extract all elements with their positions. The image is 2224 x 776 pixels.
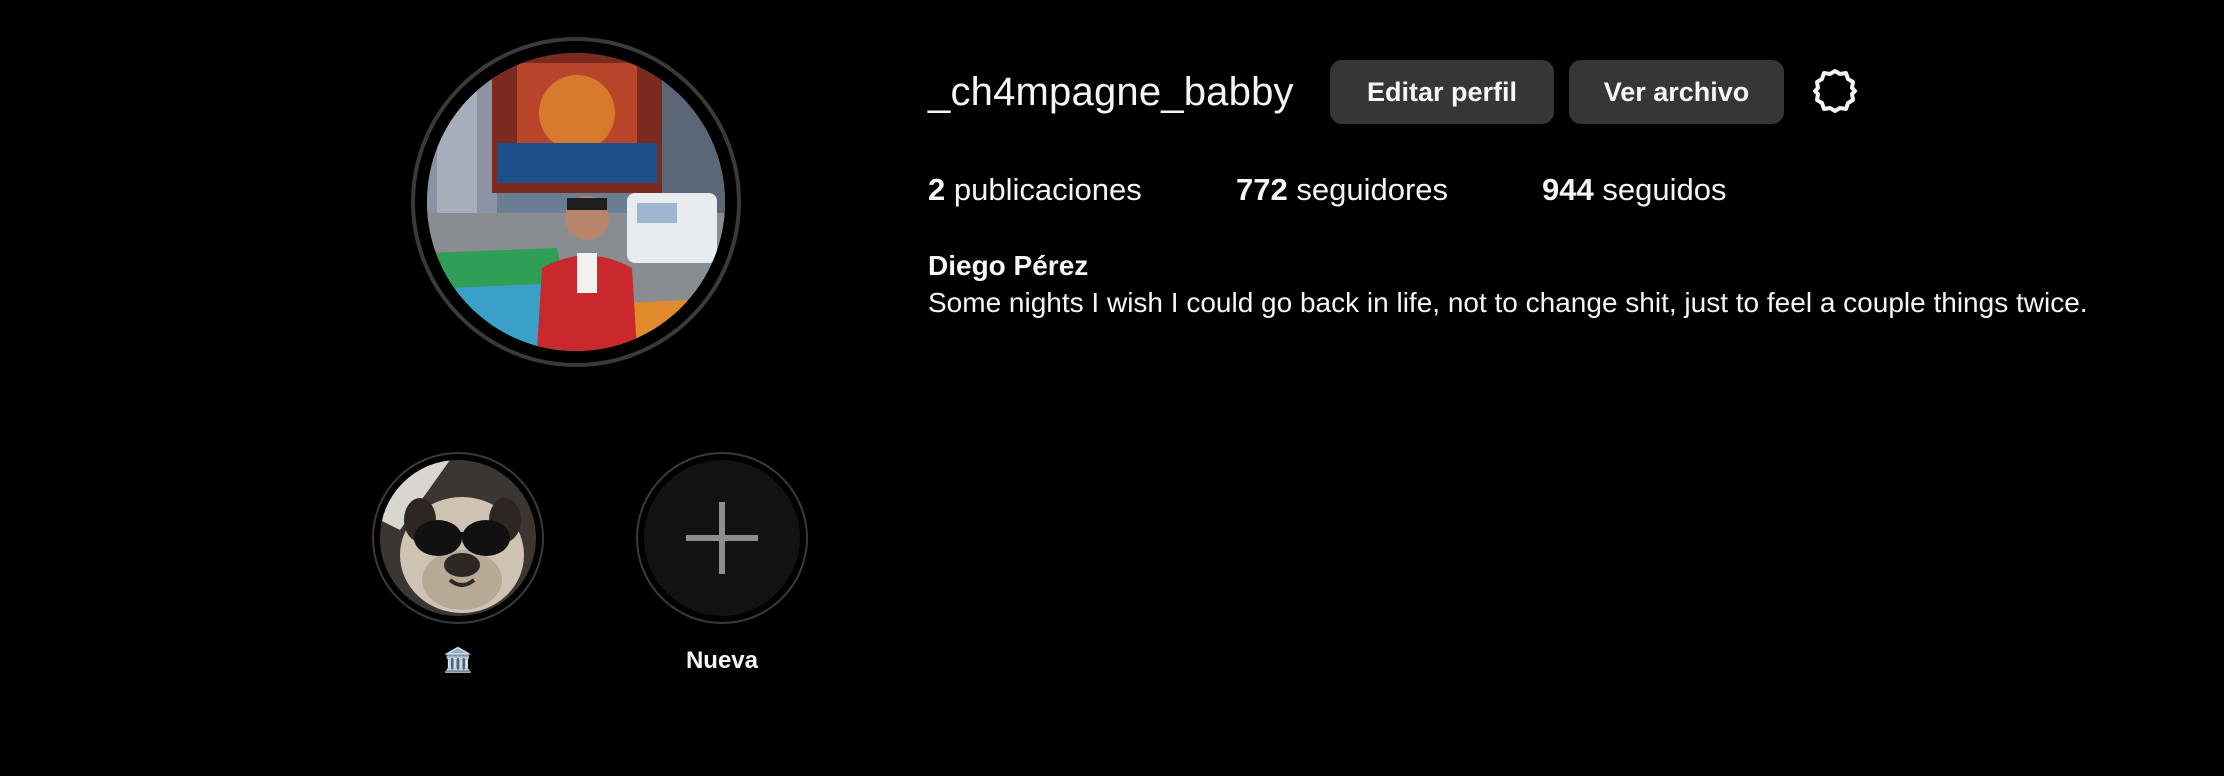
following-count-label: seguidos <box>1602 172 1727 207</box>
highlight-item[interactable]: 🏛️ <box>372 452 544 676</box>
followers-count-value: 772 <box>1236 172 1288 207</box>
edit-profile-button[interactable]: Editar perfil <box>1330 60 1554 124</box>
highlight-ring <box>636 452 808 624</box>
profile-photo <box>427 53 725 351</box>
plus-icon <box>644 460 800 616</box>
followers-link[interactable]: 772 seguidores <box>1236 166 1448 214</box>
profile-avatar[interactable] <box>411 37 741 367</box>
profile-username: _ch4mpagne_babby <box>928 70 1294 114</box>
gear-icon[interactable] <box>1809 65 1861 117</box>
following-link[interactable]: 944 seguidos <box>1542 166 1726 214</box>
highlight-ring <box>372 452 544 624</box>
profile-full-name: Diego Pérez <box>928 250 1089 281</box>
new-highlight-button[interactable]: Nueva <box>636 452 808 676</box>
highlight-label: 🏛️ <box>443 647 473 674</box>
followers-count-label: seguidores <box>1296 172 1449 207</box>
following-count-value: 944 <box>1542 172 1594 207</box>
view-archive-button[interactable]: Ver archivo <box>1569 60 1784 124</box>
pug-with-sunglasses-icon <box>380 460 536 616</box>
posts-count-label: publicaciones <box>953 172 1142 207</box>
profile-bio: Some nights I wish I could go back in li… <box>928 287 2088 318</box>
posts-count-value: 2 <box>928 172 946 207</box>
posts-count: 2 publicaciones <box>928 166 1142 214</box>
highlight-label: Nueva <box>685 647 759 674</box>
